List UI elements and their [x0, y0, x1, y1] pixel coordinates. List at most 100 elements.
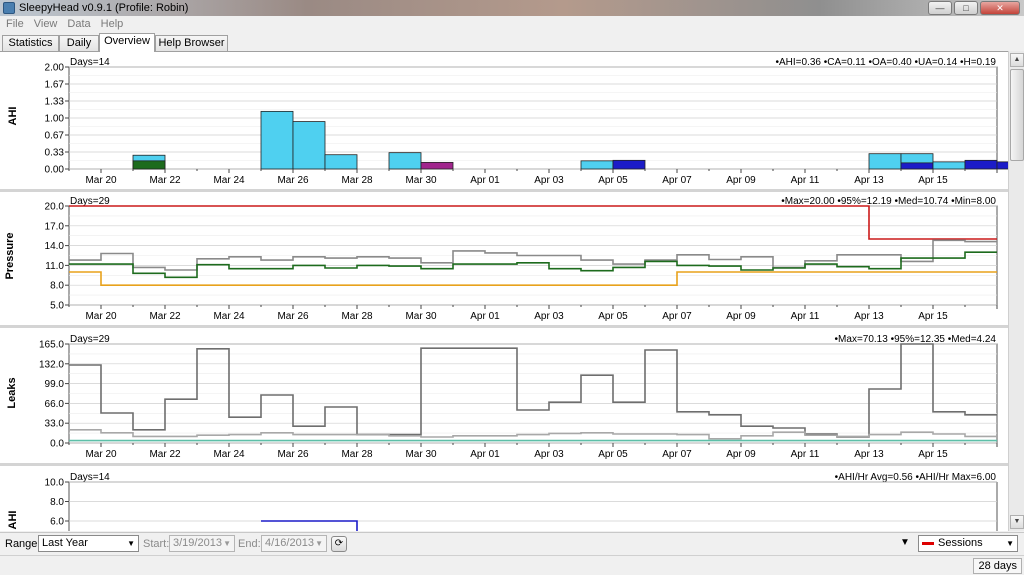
menu-bar: File View Data Help: [0, 16, 1024, 31]
ahi-graph-xtick-label: Apr 07: [662, 175, 692, 186]
ahi-graph-xtick-label: Apr 03: [534, 175, 564, 186]
sessions-color-swatch: [922, 541, 934, 545]
ahi-bar: [932, 161, 966, 170]
ahi-hour-ytick-label: 6.0: [50, 517, 64, 528]
leaks-graph-xtick-label: Mar 20: [85, 449, 117, 460]
ahi-graph-xtick-label: Apr 01: [470, 175, 500, 186]
ahi-bar: [964, 159, 998, 170]
leaks-graph-xtick-label: Mar 30: [405, 449, 437, 460]
tab-statistics[interactable]: Statistics: [2, 35, 59, 52]
ahi-bar: [420, 161, 454, 170]
pressure-graph-xtick-label: Apr 11: [791, 311, 820, 322]
ahi-hour-graph-days-label: Days=14: [70, 472, 110, 483]
pressure-graph-ytick-label: 8.0: [50, 281, 64, 292]
ahi-graph-xtick-label: Apr 13: [854, 175, 884, 186]
ahi-graph-ytick-label: 0.00: [45, 165, 65, 176]
ahi-bar-segment: [900, 162, 934, 170]
ahi-axis-label: AHI: [7, 106, 19, 126]
overview-graphs: Days=14 •AHI=0.36 •CA=0.11 •OA=0.40 •UA=0…: [0, 51, 1024, 531]
leaks-graph-ytick-label: 0.0: [50, 439, 64, 450]
layout-dropdown-icon[interactable]: ▼: [900, 537, 910, 548]
ahi-graph-ytick-label: 1.67: [45, 80, 65, 91]
pressure-graph-xtick-label: Apr 13: [854, 311, 884, 322]
start-date-value: 3/19/2013: [173, 537, 222, 549]
scroll-thumb[interactable]: [1010, 69, 1024, 161]
ahi-hour-line: [261, 520, 358, 531]
minimize-button[interactable]: —: [928, 1, 952, 15]
menu-help[interactable]: Help: [101, 18, 124, 30]
leaks-graph-xtick-label: Apr 07: [662, 449, 692, 460]
ahi-bar: [996, 161, 1008, 170]
tab-daily[interactable]: Daily: [59, 35, 99, 52]
ahi-bar: [388, 152, 422, 170]
ahi-hour-ytick-label: 8.0: [50, 497, 64, 508]
sessions-select-value: Sessions: [938, 537, 983, 549]
sessions-select[interactable]: Sessions ▼: [918, 535, 1018, 552]
leaks-graph-days-label: Days=29: [70, 334, 110, 345]
pressure-graph-xtick-label: Mar 30: [405, 311, 437, 322]
pressure-graph-xtick-label: Apr 01: [470, 311, 500, 322]
graph-divider: [0, 325, 1008, 328]
leaks-graph-xtick-label: Apr 05: [598, 449, 628, 460]
leaks-axis-label: Leaks: [6, 377, 18, 409]
ahi-bar: [324, 154, 358, 170]
ahi-graph-days-label: Days=14: [70, 57, 110, 68]
ahi-graph-xtick-label: Apr 09: [726, 175, 756, 186]
app-icon: [3, 2, 15, 14]
tab-help-browser[interactable]: Help Browser: [155, 35, 228, 52]
graphs-canvas: Days=14 •AHI=0.36 •CA=0.11 •OA=0.40 •UA=0…: [0, 57, 1008, 531]
range-select-value: Last Year: [42, 537, 88, 549]
tab-overview[interactable]: Overview: [99, 33, 155, 52]
ahi-bar-segment: [132, 160, 166, 170]
ahi-hour-ytick-label: 10.0: [45, 478, 65, 489]
ahi-graph-xtick-label: Mar 30: [405, 175, 437, 186]
ahi-hour-axis-label: AHI: [7, 510, 19, 530]
menu-file[interactable]: File: [6, 18, 24, 30]
ahi-graph-xtick-label: Apr 15: [918, 175, 948, 186]
menu-view[interactable]: View: [34, 18, 58, 30]
leaks-graph-xtick-label: Apr 01: [470, 449, 500, 460]
title-bar: SleepyHead v0.9.1 (Profile: Robin) — □ ✕: [0, 0, 1024, 16]
leaks-graph-ytick-label: 66.0: [45, 399, 65, 410]
maximize-button[interactable]: □: [954, 1, 978, 15]
close-button[interactable]: ✕: [980, 1, 1020, 15]
end-date-value: 4/16/2013: [265, 537, 314, 549]
ahi-graph-xtick-label: Mar 24: [213, 175, 245, 186]
end-label: End:: [238, 538, 261, 550]
vertical-scrollbar[interactable]: ▲ ▼: [1008, 51, 1024, 531]
pressure-graph-xtick-label: Mar 20: [85, 311, 117, 322]
leaks-graph-xtick-label: Apr 11: [791, 449, 820, 460]
ahi-hour-graph-legend: •AHI/Hr Avg=0.56 •AHI/Hr Max=6.00: [835, 472, 997, 483]
ahi-graph-xtick-label: Mar 22: [149, 175, 181, 186]
leaks-graph-xtick-label: Apr 03: [534, 449, 564, 460]
end-date-field[interactable]: 4/16/2013 ▼: [261, 535, 327, 552]
ahi-bar: [580, 160, 614, 170]
pressure-graph-xtick-label: Apr 09: [726, 311, 756, 322]
start-date-field[interactable]: 3/19/2013 ▼: [169, 535, 235, 552]
ahi-bar: [868, 153, 902, 170]
ahi-graph-xtick-label: Mar 28: [341, 175, 373, 186]
ahi-graph-ytick-label: 2.00: [45, 63, 65, 74]
sleepyhead-window: SleepyHead v0.9.1 (Profile: Robin) — □ ✕…: [0, 0, 1024, 575]
range-label: Range:: [5, 538, 41, 550]
pressure-graph-xtick-label: Apr 15: [918, 311, 948, 322]
status-days-count: 28 days: [973, 558, 1022, 574]
pressure-axis-label: Pressure: [4, 232, 16, 280]
pressure-graph-xtick-label: Mar 22: [149, 311, 181, 322]
scroll-up-icon[interactable]: ▲: [1010, 53, 1024, 67]
leaks-graph-ytick-label: 132.0: [39, 359, 64, 370]
scroll-down-icon[interactable]: ▼: [1010, 515, 1024, 529]
range-select[interactable]: Last Year ▼: [38, 535, 139, 552]
chevron-down-icon: ▼: [127, 539, 135, 548]
pressure-graph-xtick-label: Apr 03: [534, 311, 564, 322]
graph-divider: [0, 189, 1008, 192]
pressure-graph-ytick-label: 5.0: [50, 301, 64, 312]
chevron-down-icon: ▼: [1006, 539, 1014, 548]
ahi-graph-ytick-label: 1.00: [45, 114, 65, 125]
refresh-icon[interactable]: ⟳: [331, 536, 347, 552]
leaks-graph-xtick-label: Apr 13: [854, 449, 884, 460]
menu-data[interactable]: Data: [67, 18, 90, 30]
pressure-graph-xtick-label: Mar 26: [277, 311, 309, 322]
pressure-graph-xtick-label: Mar 24: [213, 311, 245, 322]
ahi-graph-legend: •AHI=0.36 •CA=0.11 •OA=0.40 •UA=0.14 •H=…: [775, 57, 996, 68]
